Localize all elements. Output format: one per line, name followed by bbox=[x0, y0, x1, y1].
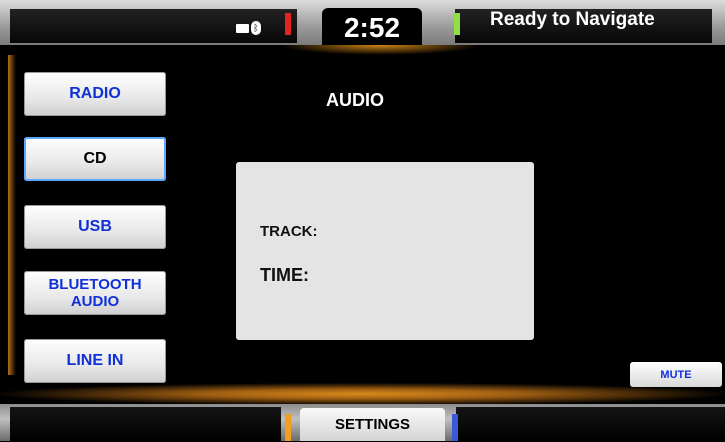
bottom-right-panel bbox=[456, 407, 725, 441]
track-info-panel bbox=[236, 162, 534, 340]
source-button-usb[interactable]: USB bbox=[24, 205, 166, 249]
source-button-bluetooth-audio[interactable]: BLUETOOTH AUDIO bbox=[24, 271, 166, 315]
source-button-radio[interactable]: RADIO bbox=[24, 72, 166, 116]
orange-indicator bbox=[285, 414, 291, 441]
green-indicator bbox=[454, 13, 460, 35]
bottom-left-panel bbox=[10, 407, 281, 441]
track-label: TRACK: bbox=[260, 223, 318, 240]
red-indicator bbox=[285, 13, 291, 35]
bluetooth-icon: ᛒ bbox=[251, 21, 261, 35]
blue-indicator bbox=[452, 414, 458, 441]
navigation-status[interactable]: Ready to Navigate bbox=[490, 9, 655, 31]
source-button-cd[interactable]: CD bbox=[24, 137, 166, 181]
screen-title: AUDIO bbox=[326, 90, 384, 110]
ambient-glow-top bbox=[280, 45, 480, 55]
clock: 2:52 bbox=[322, 8, 422, 45]
ambient-glow-bottom bbox=[0, 383, 725, 405]
time-label: TIME: bbox=[260, 265, 309, 285]
ambient-glow-left bbox=[8, 55, 16, 375]
settings-button[interactable]: SETTINGS bbox=[300, 408, 445, 441]
mail-icon bbox=[236, 24, 249, 33]
source-button-line-in[interactable]: LINE IN bbox=[24, 339, 166, 383]
